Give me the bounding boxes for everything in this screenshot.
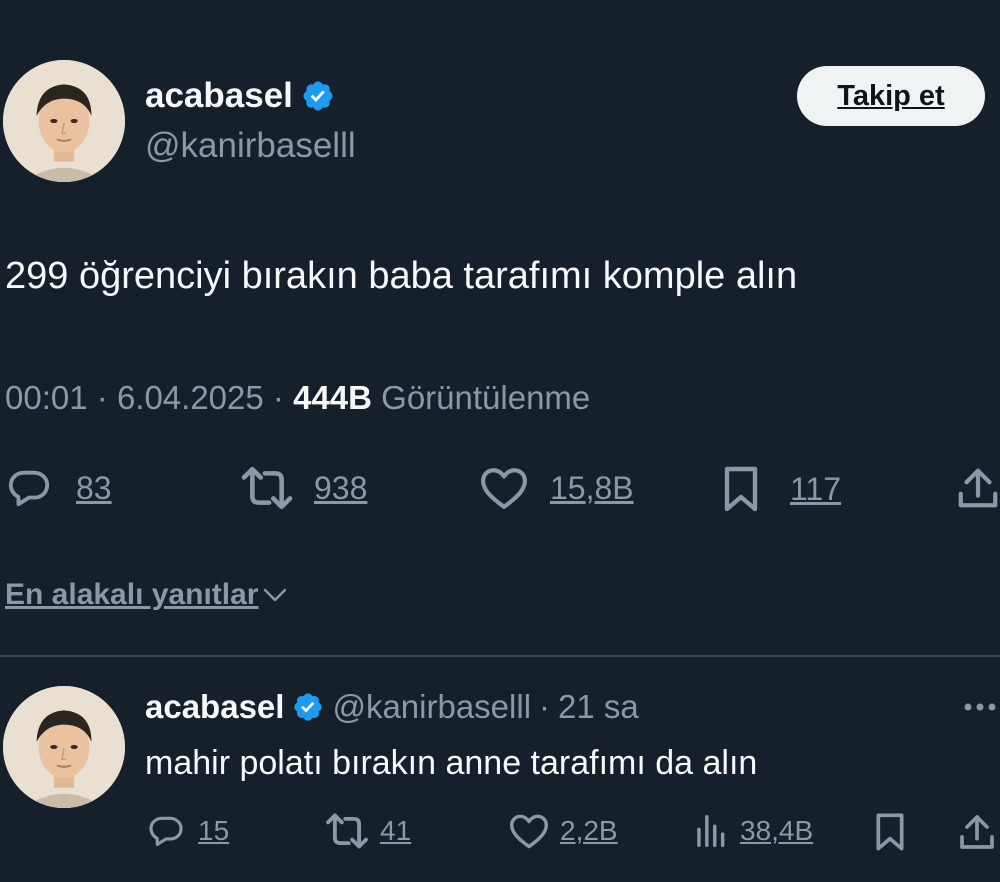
chevron-down-icon <box>260 580 290 610</box>
bookmark-icon <box>718 465 764 513</box>
section-divider <box>0 655 1000 657</box>
verified-badge-icon[interactable] <box>301 79 335 113</box>
sort-label: En alakalı yanıtlar <box>5 578 259 611</box>
like-action[interactable]: 15,8B <box>478 465 634 511</box>
retweet-action[interactable]: 938 <box>238 465 367 511</box>
tweet-action-bar: 83 938 15,8B 117 <box>0 463 1000 513</box>
reply-bookmark-action[interactable] <box>872 812 908 852</box>
reply-like-action[interactable]: 2,2B <box>508 812 618 850</box>
views-label: Görüntülenme <box>381 379 591 416</box>
views-count[interactable]: 444B <box>293 379 372 416</box>
reply-views-count[interactable]: 38,4B <box>740 815 813 847</box>
reply-retweet-count[interactable]: 41 <box>380 815 411 847</box>
verified-badge-icon[interactable] <box>292 691 324 723</box>
like-icon <box>508 812 550 850</box>
tweet-text: 299 öğrenciyi bırakın baba tarafımı komp… <box>5 255 798 297</box>
reply-icon <box>4 465 54 511</box>
retweet-icon <box>324 812 370 850</box>
reply-count[interactable]: 83 <box>76 470 112 507</box>
reply-share-action[interactable] <box>958 812 996 852</box>
reply-like-count[interactable]: 2,2B <box>560 815 618 847</box>
bookmark-count[interactable]: 117 <box>790 471 841 508</box>
like-icon <box>478 465 530 511</box>
more-icon <box>964 703 996 711</box>
reply-reply-action[interactable]: 15 <box>146 812 229 850</box>
reply-text: mahir polatı bırakın anne tarafımı da al… <box>145 744 758 782</box>
more-options-button[interactable] <box>960 692 1000 722</box>
tweet-meta: 00:01 · 6.04.2025 · 444B Görüntülenme <box>5 379 590 417</box>
reply-header: acabasel @kanirbaselll · 21 sa <box>145 688 639 726</box>
follow-button[interactable]: Takip et <box>797 66 985 126</box>
tweet-detail-page: acabasel @kanirbaselll Takip et 299 öğre… <box>0 0 1000 882</box>
reply-author-handle[interactable]: @kanirbaselll <box>332 688 531 726</box>
reply-reply-count[interactable]: 15 <box>198 815 229 847</box>
reply-icon <box>146 812 186 850</box>
meta-separator: · <box>272 379 284 416</box>
share-action[interactable] <box>956 465 1000 511</box>
reply-time[interactable]: 21 sa <box>558 688 639 726</box>
author-name-text: acabasel <box>145 76 293 115</box>
meta-separator: · <box>96 379 108 416</box>
bookmark-action[interactable]: 117 <box>718 465 841 513</box>
header-separator: · <box>539 688 551 725</box>
retweet-count[interactable]: 938 <box>314 470 367 507</box>
reply-views-action[interactable]: 38,4B <box>690 812 813 850</box>
share-icon <box>956 465 1000 511</box>
like-count[interactable]: 15,8B <box>550 470 634 507</box>
reply-action[interactable]: 83 <box>4 465 112 511</box>
avatar-photo <box>3 686 125 808</box>
tweet-time[interactable]: 00:01 <box>5 379 88 416</box>
views-icon <box>690 812 730 850</box>
avatar-photo <box>3 60 125 182</box>
author-display-name[interactable]: acabasel <box>145 76 335 116</box>
replies-sort-selector[interactable]: En alakalı yanıtlar <box>5 578 290 612</box>
reply-author-name[interactable]: acabasel <box>145 688 284 726</box>
tweet-date[interactable]: 6.04.2025 <box>117 379 264 416</box>
reply-action-bar: 15 41 2,2B 38,4B <box>0 808 1000 854</box>
reply-author-avatar[interactable] <box>3 686 125 808</box>
reply-retweet-action[interactable]: 41 <box>324 812 411 850</box>
share-icon <box>958 812 996 852</box>
bookmark-icon <box>872 812 908 852</box>
author-avatar[interactable] <box>3 60 125 182</box>
retweet-icon <box>238 465 296 511</box>
author-handle[interactable]: @kanirbaselll <box>145 126 356 166</box>
